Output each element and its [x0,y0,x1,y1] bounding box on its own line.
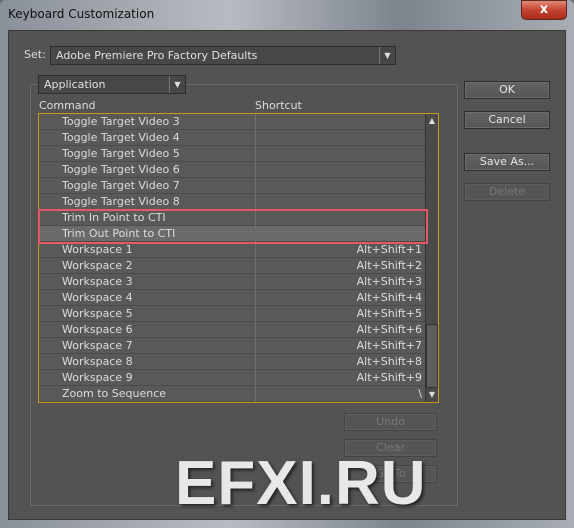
save-as-button[interactable]: Save As... [464,153,550,171]
scroll-down-icon[interactable]: ▼ [426,388,438,402]
shortcut-value[interactable]: Alt+Shift+5 [357,306,422,321]
column-header-shortcut[interactable]: Shortcut [255,99,302,112]
command-name: Workspace 3 [62,275,133,288]
watermark: EFXI.RU [175,449,427,518]
command-name: Workspace 9 [62,371,133,384]
shortcut-value[interactable]: Alt+Shift+4 [357,290,422,305]
command-name: Workspace 8 [62,355,133,368]
scrollbar-thumb[interactable] [426,324,438,388]
set-dropdown[interactable]: Adobe Premiere Pro Factory Defaults ▼ [50,46,396,65]
command-name: Workspace 4 [62,291,133,304]
table-row[interactable]: Workspace 2 Alt+Shift+2 [39,258,425,274]
category-value: Application [44,78,106,91]
table-row[interactable]: Workspace 6 Alt+Shift+6 [39,322,425,338]
command-name: Workspace 7 [62,339,133,352]
command-name: Toggle Target Video 3 [62,115,180,128]
command-name: Toggle Target Video 4 [62,131,180,144]
shortcut-value[interactable]: Alt+Shift+2 [357,258,422,273]
command-name: Zoom to Sequence [62,387,167,400]
table-row[interactable]: Workspace 5 Alt+Shift+5 [39,306,425,322]
table-row[interactable]: Workspace 4 Alt+Shift+4 [39,290,425,306]
table-row[interactable]: Toggle Target Video 5 [39,146,425,162]
command-name: Workspace 6 [62,323,133,336]
close-button[interactable]: x [521,0,567,20]
command-name: Toggle Target Video 6 [62,163,180,176]
delete-button[interactable]: Delete [464,183,550,201]
category-dropdown[interactable]: Application ▼ [38,75,186,94]
table-row[interactable]: Toggle Target Video 6 [39,162,425,178]
command-name: Toggle Target Video 5 [62,147,180,160]
table-row[interactable]: Toggle Target Video 8 [39,194,425,210]
table-row[interactable]: Zoom to Sequence \ [39,386,425,402]
set-label: Set: [24,48,46,61]
command-name: Workspace 1 [62,243,133,256]
column-divider [255,114,256,402]
undo-button[interactable]: Undo [344,413,437,431]
shortcut-value[interactable]: Alt+Shift+8 [357,354,422,369]
shortcut-value[interactable]: Alt+Shift+1 [357,242,422,257]
shortcut-value[interactable]: Alt+Shift+3 [357,274,422,289]
shortcut-value[interactable]: Alt+Shift+6 [357,322,422,337]
ok-button[interactable]: OK [464,81,550,99]
table-row[interactable]: Toggle Target Video 7 [39,178,425,194]
table-row[interactable]: Workspace 9 Alt+Shift+9 [39,370,425,386]
shortcut-value[interactable]: Alt+Shift+7 [357,338,422,353]
shortcut-value[interactable]: Alt+Shift+9 [357,370,422,385]
chevron-down-icon: ▼ [169,76,185,93]
highlight-box [38,209,428,244]
command-name: Toggle Target Video 8 [62,195,180,208]
shortcut-value[interactable]: \ [418,386,422,401]
scroll-up-icon[interactable]: ▲ [426,114,438,128]
table-row[interactable]: Workspace 1 Alt+Shift+1 [39,242,425,258]
command-name: Workspace 2 [62,259,133,272]
cancel-button[interactable]: Cancel [464,111,550,129]
command-list[interactable]: Zoom to Sequence \ Workspace 9 Alt+Shift+9 W… [38,113,439,403]
window-title: Keyboard Customization [8,7,155,21]
table-row[interactable]: Workspace 8 Alt+Shift+8 [39,354,425,370]
column-header-command[interactable]: Command [39,99,96,112]
scrollbar[interactable]: ▲ ▼ [425,114,438,402]
table-row[interactable]: Workspace 7 Alt+Shift+7 [39,338,425,354]
command-name: Workspace 5 [62,307,133,320]
table-row[interactable]: Toggle Target Video 3 [39,114,425,130]
set-value: Adobe Premiere Pro Factory Defaults [56,49,258,62]
command-name: Toggle Target Video 7 [62,179,180,192]
table-row[interactable]: Workspace 3 Alt+Shift+3 [39,274,425,290]
table-row[interactable]: Toggle Target Video 4 [39,130,425,146]
chevron-down-icon: ▼ [379,47,395,64]
